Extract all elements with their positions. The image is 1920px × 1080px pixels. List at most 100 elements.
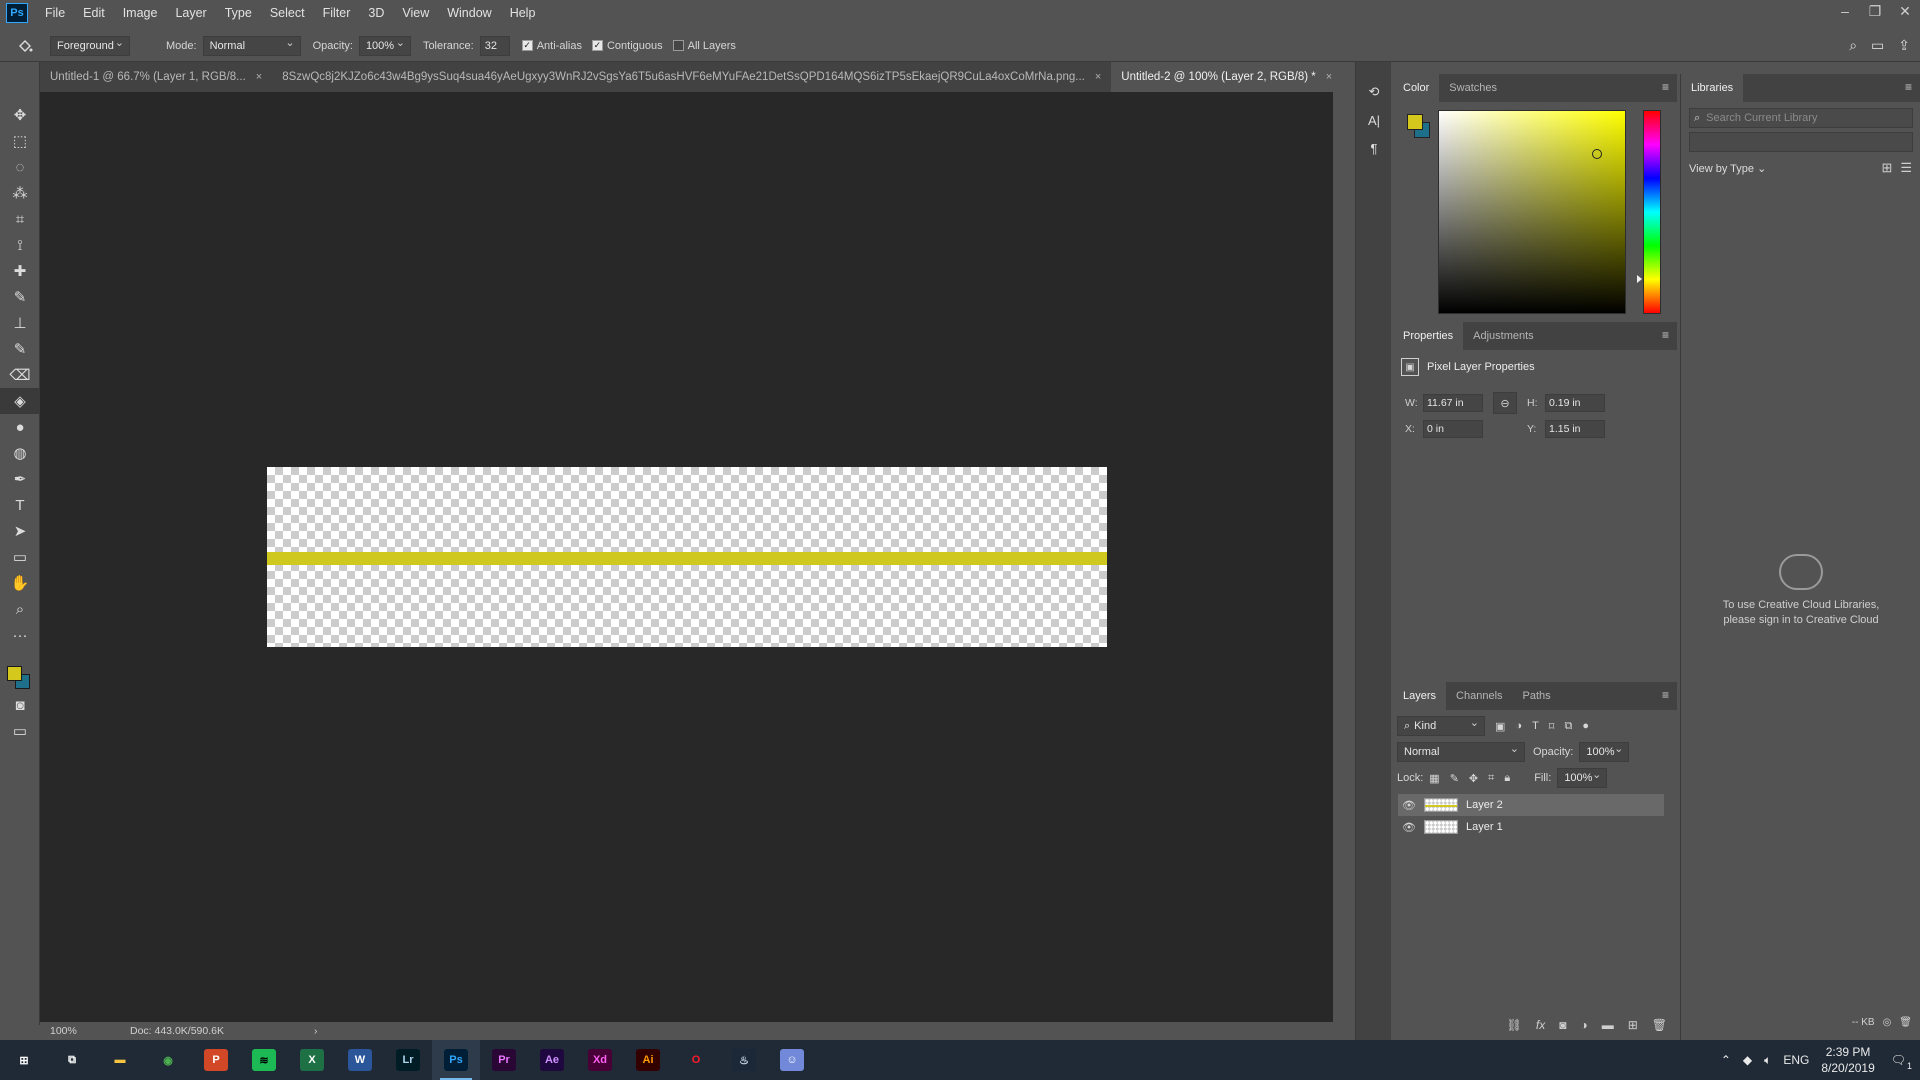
type-tool-icon[interactable]: T <box>0 492 40 518</box>
height-field[interactable]: 0.19 in <box>1545 394 1605 412</box>
view-by-type-select[interactable]: View by Type ⌄ <box>1689 162 1766 175</box>
character-icon[interactable]: A| <box>1356 106 1392 134</box>
dodge-tool-icon[interactable]: ◍ <box>0 440 40 466</box>
filter-toggle-icon[interactable]: ● <box>1582 720 1589 733</box>
fill-source-select[interactable]: Foreground <box>50 35 130 56</box>
lock-all-icon[interactable]: 🔒︎ <box>1504 772 1510 785</box>
tab-swatches[interactable]: Swatches <box>1439 74 1507 102</box>
menu-window[interactable]: Window <box>438 0 500 26</box>
clock[interactable]: 2:39 PM 8/20/2019 <box>1821 1044 1874 1076</box>
menu-view[interactable]: View <box>393 0 438 26</box>
eraser-icon[interactable]: ⌫ <box>0 362 40 388</box>
tab-paths[interactable]: Paths <box>1513 682 1561 710</box>
taskbar-steam[interactable]: ♨ <box>720 1040 768 1080</box>
layer-row[interactable]: 👁︎ Layer 1 <box>1398 816 1664 838</box>
hand-tool-icon[interactable]: ✋ <box>0 570 40 596</box>
filter-type-icon[interactable]: T <box>1532 720 1539 733</box>
hue-slider-marker[interactable] <box>1637 275 1642 284</box>
taskbar-xd[interactable]: Xd <box>576 1040 624 1080</box>
anti-alias-checkbox-wrap[interactable]: ✓ Anti-alias <box>521 40 582 52</box>
all-layers-checkbox[interactable] <box>672 40 684 51</box>
y-field[interactable]: 1.15 in <box>1545 420 1605 438</box>
new-layer-icon[interactable]: ⊞ <box>1628 1018 1638 1032</box>
new-group-icon[interactable]: ▬ <box>1602 1018 1614 1032</box>
filter-pixel-icon[interactable]: ▣ <box>1495 720 1505 733</box>
dropbox-icon[interactable]: ◆ <box>1743 1053 1752 1067</box>
menu-image[interactable]: Image <box>114 0 167 26</box>
workspace-icon[interactable]: ▭ <box>1871 37 1884 54</box>
visibility-eye-icon[interactable]: 👁︎ <box>1398 821 1420 834</box>
taskbar-task-view[interactable]: ⧉ <box>48 1040 96 1080</box>
zoom-level[interactable]: 100% <box>50 1025 110 1037</box>
blend-mode-select[interactable]: Normal <box>1397 742 1525 762</box>
taskbar-after-effects[interactable]: Ae <box>528 1040 576 1080</box>
list-view-icon[interactable]: ☰ <box>1900 160 1912 176</box>
x-field[interactable]: 0 in <box>1423 420 1483 438</box>
delete-layer-icon[interactable]: 🗑︎ <box>1652 1018 1667 1032</box>
zoom-tool-icon[interactable]: ⌕ <box>0 596 40 622</box>
taskbar-chrome[interactable]: ◉ <box>144 1040 192 1080</box>
layers-panel-menu-icon[interactable]: ≡ <box>1662 688 1669 702</box>
opacity-field[interactable]: 100% <box>358 35 411 56</box>
layer-kind-filter[interactable]: ⌕ Kind <box>1397 716 1485 736</box>
grid-view-icon[interactable]: ⊞ <box>1881 160 1892 176</box>
layer-opacity-field[interactable]: 100% <box>1579 742 1630 762</box>
menu-help[interactable]: Help <box>501 0 545 26</box>
document-tab-1[interactable]: Untitled-1 @ 66.7% (Layer 1, RGB/8... × <box>40 62 273 92</box>
mode-select[interactable]: Normal <box>202 35 301 56</box>
close-window-button[interactable]: ✕ <box>1890 0 1920 22</box>
more-tools-icon[interactable]: ··· <box>0 622 40 648</box>
tab-adjustments[interactable]: Adjustments <box>1463 322 1544 350</box>
document-tab-2[interactable]: 8SzwQc8j2KJZo6c43w4Bg9ysSuq4sua46yAeUgxy… <box>272 62 1112 92</box>
taskbar-discord[interactable]: ☺ <box>768 1040 816 1080</box>
sync-icon[interactable]: ◎ <box>1883 1017 1892 1028</box>
add-mask-icon[interactable]: ◙ <box>1559 1018 1566 1032</box>
tab-layers[interactable]: Layers <box>1393 682 1447 710</box>
tray-chevron-icon[interactable]: ⌃ <box>1721 1053 1731 1067</box>
filter-adjustment-icon[interactable]: ◑ <box>1515 720 1522 733</box>
foreground-color-swatch[interactable] <box>7 666 22 681</box>
hue-slider[interactable] <box>1643 110 1661 314</box>
close-tab-icon[interactable]: × <box>1326 71 1332 83</box>
all-layers-checkbox-wrap[interactable]: All Layers <box>672 40 736 52</box>
brush-tool-icon[interactable]: ✎ <box>0 284 40 310</box>
share-icon[interactable]: ⇪ <box>1898 37 1910 54</box>
history-brush-icon[interactable]: ✎ <box>0 336 40 362</box>
minimize-button[interactable]: – <box>1830 0 1860 22</box>
taskbar-excel[interactable]: X <box>288 1040 336 1080</box>
properties-panel-menu-icon[interactable]: ≡ <box>1662 328 1669 342</box>
lock-position-icon[interactable]: ✥ <box>1469 772 1478 785</box>
pen-tool-icon[interactable]: ✒ <box>0 466 40 492</box>
close-tab-icon[interactable]: × <box>1095 71 1101 83</box>
tab-libraries[interactable]: Libraries <box>1681 74 1744 102</box>
fill-field[interactable]: 100% <box>1557 768 1608 788</box>
search-icon[interactable]: ⌕ <box>1849 37 1857 54</box>
link-dimensions-icon[interactable]: ⊖ <box>1493 392 1517 414</box>
volume-icon[interactable]: 🔈︎ <box>1764 1053 1771 1068</box>
tolerance-field[interactable]: 32 <box>479 35 510 56</box>
crop-tool-icon[interactable]: ⌗ <box>0 206 40 232</box>
contiguous-checkbox[interactable]: ✓ <box>591 40 603 51</box>
taskbar-word[interactable]: W <box>336 1040 384 1080</box>
taskbar-photoshop[interactable]: Ps <box>432 1040 480 1080</box>
language-indicator[interactable]: ENG <box>1783 1053 1809 1067</box>
layer-row[interactable]: 👁︎ Layer 2 <box>1398 794 1664 816</box>
width-field[interactable]: 11.67 in <box>1423 394 1483 412</box>
color-picker-ring[interactable] <box>1591 148 1602 159</box>
magic-wand-icon[interactable]: ⁂ <box>0 180 40 206</box>
close-tab-icon[interactable]: × <box>256 71 262 83</box>
marquee-tool-icon[interactable]: ⬚ <box>0 128 40 154</box>
taskbar-illustrator[interactable]: Ai <box>624 1040 672 1080</box>
fx-icon[interactable]: fx <box>1536 1018 1545 1032</box>
tab-channels[interactable]: Channels <box>1446 682 1512 710</box>
paragraph-icon[interactable]: ¶ <box>1356 134 1392 162</box>
menu-select[interactable]: Select <box>261 0 314 26</box>
path-selection-icon[interactable]: ➤ <box>0 518 40 544</box>
taskbar-file-explorer[interactable]: ▬ <box>96 1040 144 1080</box>
menu-type[interactable]: Type <box>216 0 261 26</box>
healing-brush-icon[interactable]: ✚ <box>0 258 40 284</box>
move-tool-icon[interactable]: ✥ <box>0 102 40 128</box>
paint-bucket-icon[interactable]: ◈ <box>0 388 40 414</box>
library-search-input[interactable]: ⌕ Search Current Library <box>1689 108 1913 128</box>
menu-file[interactable]: File <box>36 0 74 26</box>
